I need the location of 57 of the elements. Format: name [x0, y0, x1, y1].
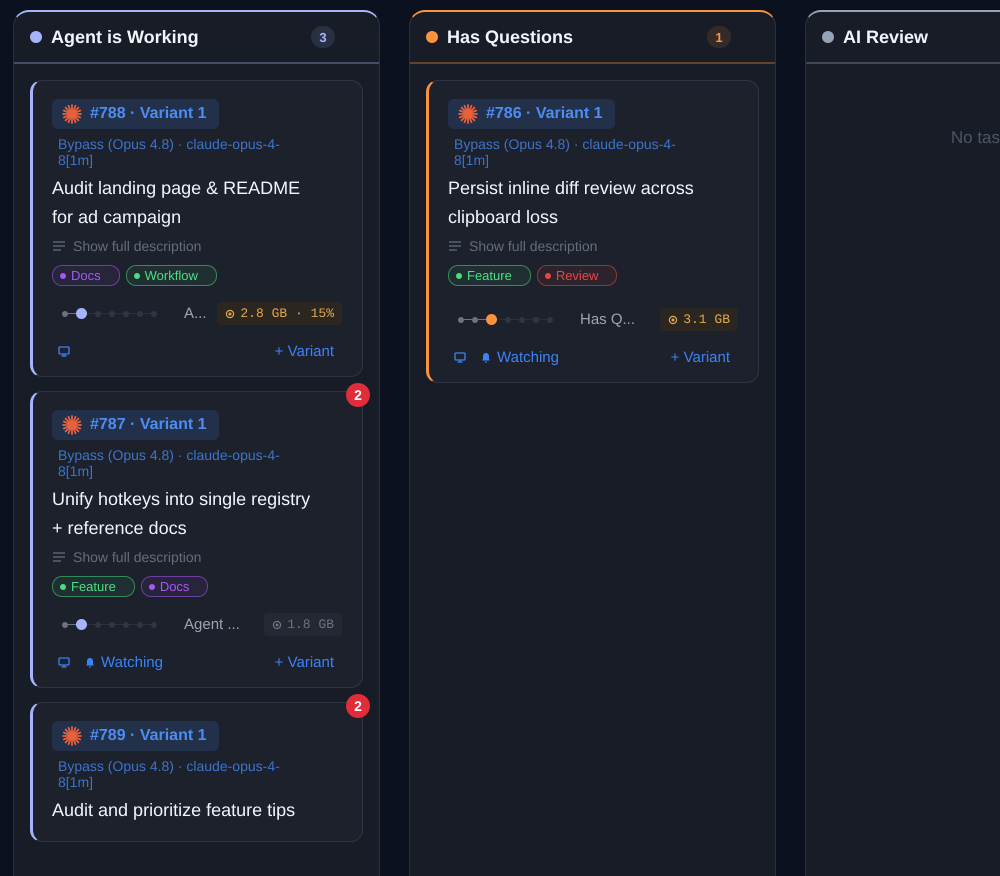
task-reference-chip[interactable]: #788 · Variant 1 [52, 99, 219, 129]
task-card[interactable]: #788 · Variant 1 Bypass (Opus 4.8) · claude-opus-4-8[1m] Audit landing page & README for ad campaign Show full description Docs Workflow A... 2.8 GB · 15% + Variant [30, 80, 363, 377]
task-reference-chip[interactable]: #789 · Variant 1 [52, 721, 219, 751]
add-variant-button[interactable]: + Variant [670, 349, 730, 366]
watching-toggle[interactable]: Watching [480, 349, 559, 366]
chip-icon [668, 314, 678, 324]
task-reference-chip[interactable]: #787 · Variant 1 [52, 410, 219, 440]
tag[interactable]: Workflow [126, 265, 217, 286]
memory-usage-chip: 1.8 GB [264, 613, 342, 636]
column-title: Agent is Working [51, 26, 200, 48]
empty-message: No tas [950, 127, 1000, 148]
tag[interactable]: Docs [52, 265, 120, 286]
show-description-link[interactable]: Show full description [52, 549, 342, 565]
bell-icon [480, 352, 492, 364]
notification-badge: 2 [346, 383, 370, 407]
starburst-icon [62, 726, 82, 746]
text-lines-icon [448, 240, 462, 252]
model-label: Bypass (Opus 4.8) · claude-opus-4-8[1m] [58, 447, 281, 479]
starburst-icon [62, 415, 82, 435]
count-badge: 3 [311, 26, 335, 48]
add-variant-button[interactable]: + Variant [274, 654, 334, 671]
monitor-icon[interactable] [58, 346, 70, 357]
starburst-icon [458, 104, 478, 124]
text-lines-icon [52, 240, 66, 252]
task-reference-chip[interactable]: #786 · Variant 1 [448, 99, 615, 129]
status-text: Agent ... [184, 616, 241, 633]
monitor-icon[interactable] [58, 657, 70, 668]
task-title: Persist inline diff review across clipboard loss [448, 177, 695, 229]
show-description-link[interactable]: Show full description [52, 238, 342, 254]
count-badge: 1 [707, 26, 731, 48]
watching-toggle[interactable]: Watching [84, 654, 163, 671]
status-text: A... [184, 305, 208, 322]
starburst-icon [62, 104, 82, 124]
memory-usage-chip: 3.1 GB [660, 308, 738, 331]
task-title: Audit and prioritize feature tips [52, 799, 296, 822]
task-card[interactable]: #786 · Variant 1 Bypass (Opus 4.8) · claude-opus-4-8[1m] Persist inline diff review across clipboard loss Show full description Feature Review Has Q... 3.1 GB Watching + Variant [426, 80, 759, 383]
model-label: Bypass (Opus 4.8) · claude-opus-4-8[1m] [58, 758, 281, 790]
tag[interactable]: Feature [448, 265, 531, 286]
task-title: Audit landing page & README for ad campaign [52, 177, 302, 229]
chip-icon [272, 620, 282, 630]
chip-icon [225, 308, 236, 318]
notification-badge: 2 [346, 694, 370, 718]
text-lines-icon [52, 551, 66, 563]
column-title: Has Questions [447, 26, 574, 48]
memory-usage-chip: 2.8 GB · 15% [217, 302, 342, 325]
tag[interactable]: Docs [140, 576, 208, 597]
show-description-link[interactable]: Show full description [448, 238, 738, 254]
bell-icon [84, 656, 96, 668]
task-title: Unify hotkeys into single registry + reference docs [52, 488, 312, 540]
model-label: Bypass (Opus 4.8) · claude-opus-4-8[1m] [58, 136, 281, 168]
column-title: AI Review [843, 26, 930, 48]
tag[interactable]: Review [536, 265, 618, 286]
status-text: Has Q... [580, 311, 636, 328]
add-variant-button[interactable]: + Variant [274, 343, 334, 360]
model-label: Bypass (Opus 4.8) · claude-opus-4-8[1m] [454, 136, 677, 168]
tag[interactable]: Feature [52, 576, 135, 597]
monitor-icon[interactable] [454, 352, 466, 363]
